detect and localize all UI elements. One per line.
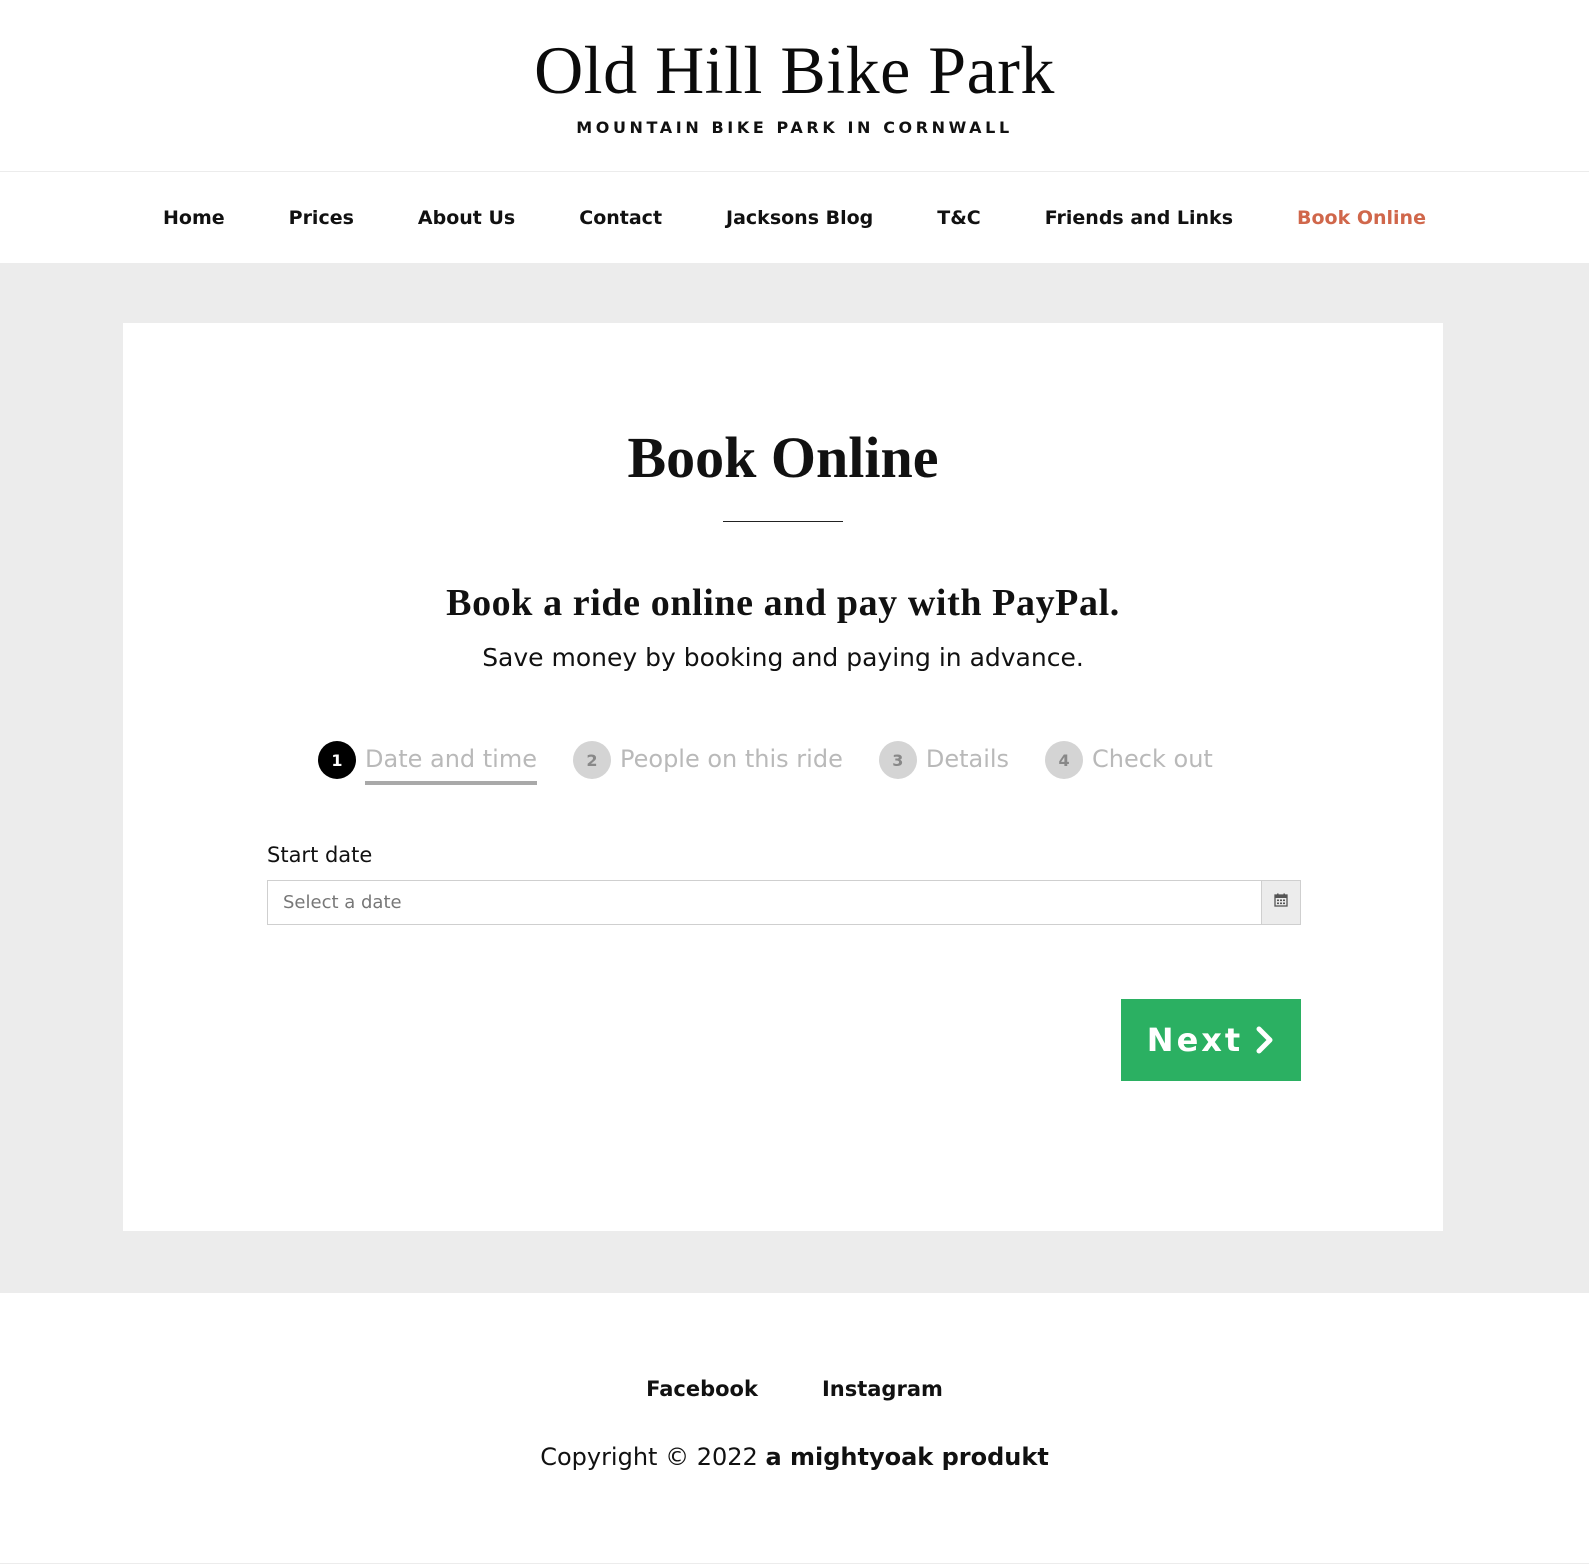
step-label: Details [925, 745, 1010, 773]
nav-item-book-online[interactable]: Book Online [1297, 207, 1426, 229]
lead-heading: Book a ride online and pay with PayPal. [446, 582, 1120, 624]
site-tagline: MOUNTAIN BIKE PARK IN CORNWALL [576, 118, 1013, 137]
content-area: Book Online Book a ride online and pay w… [0, 263, 1589, 1293]
start-date-field [267, 880, 1301, 925]
step-number: 4 [1045, 741, 1084, 779]
step-people-on-this-ride[interactable]: 2 People on this ride [573, 741, 843, 779]
copyright: Copyright © 2022 a mightyoak produkt [0, 1443, 1589, 1471]
nav-item-friends-and-links[interactable]: Friends and Links [1045, 207, 1233, 229]
nav-item-home[interactable]: Home [163, 207, 225, 229]
nav-item-prices[interactable]: Prices [289, 207, 354, 229]
start-date-input[interactable] [268, 881, 1261, 924]
nav-item-tc[interactable]: T&C [937, 207, 980, 229]
step-label: Date and time [365, 745, 537, 785]
booking-steps: 1 Date and time 2 People on this ride 3 … [318, 741, 1249, 785]
step-date-and-time[interactable]: 1 Date and time [318, 741, 537, 785]
booking-card: Book Online Book a ride online and pay w… [123, 323, 1443, 1231]
nav-item-contact[interactable]: Contact [579, 207, 662, 229]
step-number: 3 [878, 741, 917, 779]
step-check-out[interactable]: 4 Check out [1045, 741, 1213, 779]
site-header: Old Hill Bike Park MOUNTAIN BIKE PARK IN… [0, 0, 1589, 172]
next-button-label: Next [1146, 1021, 1244, 1059]
chevron-right-icon [1255, 1025, 1275, 1055]
copyright-prefix: Copyright © 2022 [540, 1443, 758, 1471]
main-nav: Home Prices About Us Contact Jacksons Bl… [0, 172, 1589, 263]
start-date-label: Start date [267, 843, 373, 867]
step-label: People on this ride [620, 745, 843, 773]
step-label: Check out [1092, 745, 1213, 773]
calendar-icon [1274, 893, 1288, 912]
step-number: 2 [573, 741, 611, 779]
footer-links: Facebook Instagram [0, 1377, 1589, 1401]
step-number: 1 [318, 741, 356, 779]
nav-item-about-us[interactable]: About Us [418, 207, 515, 229]
copyright-brand-link[interactable]: a mightyoak produkt [765, 1443, 1048, 1471]
site-title[interactable]: Old Hill Bike Park [0, 30, 1589, 110]
step-details[interactable]: 3 Details [878, 741, 1010, 779]
calendar-button[interactable] [1261, 881, 1300, 924]
sublead-text: Save money by booking and paying in adva… [482, 643, 1084, 672]
site-footer: Facebook Instagram Copyright © 2022 a mi… [0, 1293, 1589, 1564]
page-title: Book Online [627, 425, 939, 490]
title-divider [723, 521, 843, 522]
nav-item-jacksons-blog[interactable]: Jacksons Blog [726, 207, 873, 229]
next-button[interactable]: Next [1121, 999, 1301, 1081]
footer-link-instagram[interactable]: Instagram [822, 1377, 943, 1401]
footer-link-facebook[interactable]: Facebook [646, 1377, 758, 1401]
